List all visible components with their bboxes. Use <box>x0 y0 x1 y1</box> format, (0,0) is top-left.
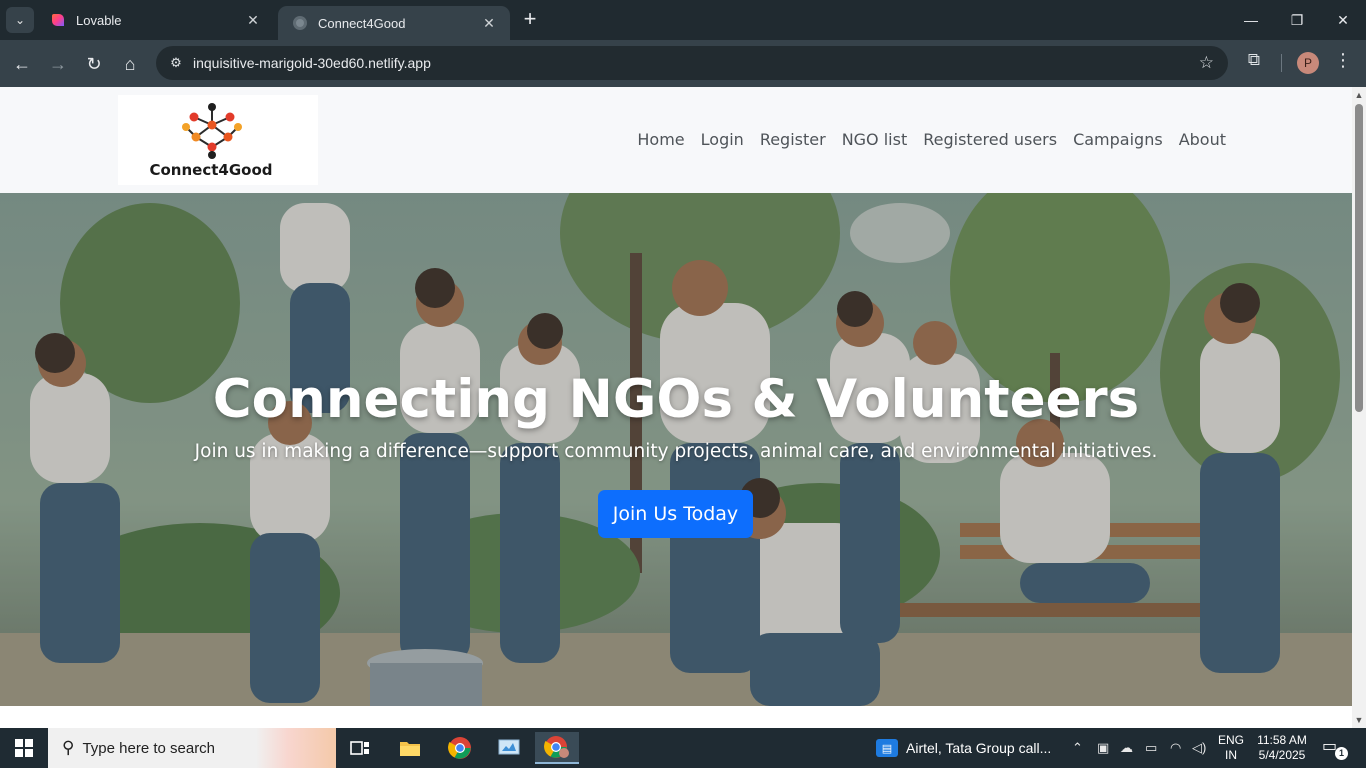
scroll-up-arrow-icon[interactable]: ▲ <box>1352 87 1366 103</box>
onedrive-cloud-icon[interactable]: ☁ <box>1120 728 1133 768</box>
logo-wordmark: Connect4Good <box>149 161 273 179</box>
hero-section: Connecting NGOs & Volunteers Join us in … <box>0 193 1352 706</box>
search-highlight-image <box>256 728 336 768</box>
news-headline: Airtel, Tata Group call... <box>906 740 1052 756</box>
address-bar[interactable]: ⚙ inquisitive-marigold-30ed60.netlify.ap… <box>156 46 1228 80</box>
task-view-icon[interactable] <box>338 732 382 764</box>
wifi-icon[interactable]: ◠ <box>1170 728 1181 768</box>
nav-registered-users[interactable]: Registered users <box>923 130 1057 149</box>
news-widget[interactable]: ▤ Airtel, Tata Group call... <box>876 728 1051 768</box>
site-settings-icon[interactable]: ⚙ <box>164 51 188 75</box>
file-explorer-icon[interactable] <box>388 732 432 764</box>
hero-subtitle: Join us in making a difference—support c… <box>194 441 1158 462</box>
hero-title: Connecting NGOs & Volunteers <box>212 369 1140 430</box>
page-scrollbar[interactable]: ▲ ▼ <box>1352 87 1366 728</box>
tab-lovable[interactable]: Lovable ✕ <box>36 0 274 40</box>
bookmark-star-icon[interactable]: ☆ <box>1199 53 1214 73</box>
windows-taskbar: ⚲ Type here to search ▤ Airtel, Tata Gro… <box>0 728 1366 768</box>
reload-icon[interactable]: ↻ <box>80 50 108 78</box>
windows-logo-icon <box>15 739 33 757</box>
language-indicator[interactable]: ENG IN <box>1214 733 1248 763</box>
toolbar-divider <box>1281 54 1282 72</box>
forward-arrow-icon[interactable]: → <box>44 50 72 78</box>
network-logo-icon <box>182 103 242 159</box>
url-text[interactable]: inquisitive-marigold-30ed60.netlify.app <box>193 55 431 71</box>
nav-about[interactable]: About <box>1179 130 1226 149</box>
region-code: IN <box>1225 748 1237 762</box>
nav-login[interactable]: Login <box>701 130 744 149</box>
start-button[interactable] <box>0 728 48 768</box>
globe-favicon-icon <box>293 16 307 30</box>
news-icon: ▤ <box>876 739 898 757</box>
site-logo[interactable]: Connect4Good <box>118 95 318 185</box>
minimize-icon[interactable]: — <box>1228 0 1274 40</box>
system-clock[interactable]: 11:58 AM 5/4/2025 <box>1250 733 1314 763</box>
language-code: ENG <box>1217 733 1244 747</box>
search-placeholder: Type here to search <box>82 739 216 757</box>
web-page: Connect4Good Home Login Register NGO lis… <box>0 87 1352 728</box>
close-tab-icon[interactable]: ✕ <box>480 14 498 32</box>
nav-home[interactable]: Home <box>637 130 684 149</box>
close-window-icon[interactable]: ✕ <box>1320 0 1366 40</box>
volume-icon[interactable]: ◁) <box>1192 728 1206 768</box>
nav-ngo-list[interactable]: NGO list <box>842 130 908 149</box>
nav-register[interactable]: Register <box>760 130 826 149</box>
clock-time: 11:58 AM <box>1257 733 1307 747</box>
new-tab-plus-icon[interactable]: + <box>518 8 542 32</box>
browser-toolbar: ← → ↻ ⌂ ⚙ inquisitive-marigold-30ed60.ne… <box>0 40 1366 87</box>
main-nav: Home Login Register NGO list Registered … <box>637 130 1226 149</box>
search-icon: ⚲ <box>62 738 75 757</box>
notification-count-badge: 1 <box>1335 747 1348 760</box>
tab-title: Lovable <box>76 12 122 28</box>
home-icon[interactable]: ⌂ <box>116 50 144 78</box>
join-us-button[interactable]: Join Us Today <box>598 490 753 538</box>
tab-title: Connect4Good <box>318 15 406 31</box>
scrollbar-thumb[interactable] <box>1355 104 1363 412</box>
chrome-icon[interactable] <box>438 732 482 764</box>
site-header: Connect4Good Home Login Register NGO lis… <box>0 87 1352 193</box>
meet-now-icon[interactable]: ▣ <box>1097 728 1109 768</box>
chrome-profile-icon[interactable] <box>535 732 579 764</box>
restore-icon[interactable]: ❐ <box>1274 0 1320 40</box>
browser-tab-strip: ⌄ Lovable ✕ Connect4Good ✕ + — ❐ ✕ <box>0 0 1366 40</box>
battery-icon[interactable]: ▭ <box>1145 728 1157 768</box>
clock-date: 5/4/2025 <box>1258 748 1306 762</box>
control-panel-icon[interactable] <box>487 732 531 764</box>
show-hidden-icons-chevron-icon[interactable]: ⌃ <box>1072 728 1083 768</box>
tab-connect4good[interactable]: Connect4Good ✕ <box>278 6 510 40</box>
profile-avatar[interactable]: P <box>1297 52 1319 74</box>
close-tab-icon[interactable]: ✕ <box>244 11 262 29</box>
scroll-down-arrow-icon[interactable]: ▼ <box>1352 712 1366 728</box>
back-arrow-icon[interactable]: ← <box>8 50 36 78</box>
nav-campaigns[interactable]: Campaigns <box>1073 130 1163 149</box>
extensions-puzzle-icon[interactable]: ⧉ <box>1242 50 1266 74</box>
action-center-icon[interactable]: ▭ 1 <box>1322 736 1348 760</box>
tab-search-button[interactable]: ⌄ <box>6 7 34 33</box>
browser-menu-icon[interactable]: ⋮ <box>1334 50 1352 76</box>
lovable-favicon-icon <box>52 14 64 26</box>
taskbar-search-box[interactable]: ⚲ Type here to search <box>48 728 336 768</box>
